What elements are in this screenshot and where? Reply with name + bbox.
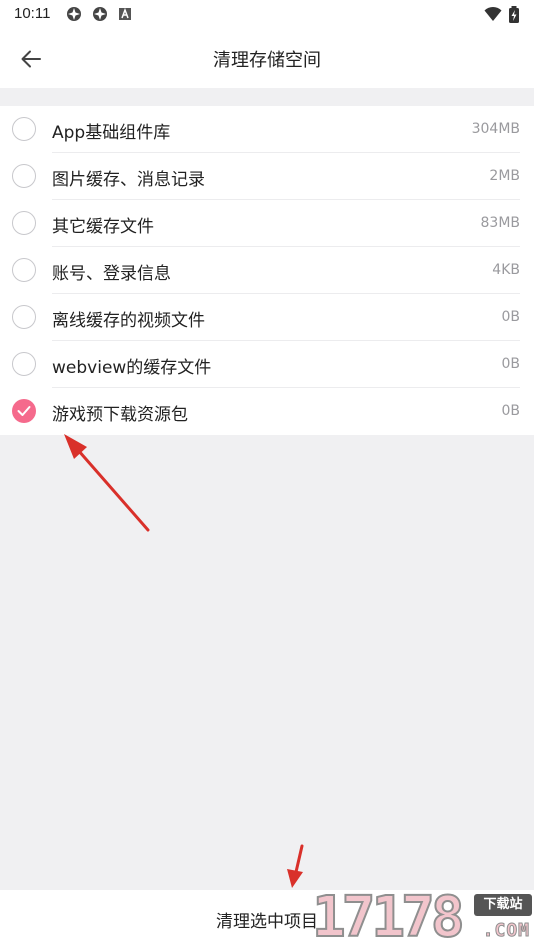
page-title: 清理存储空间 bbox=[213, 50, 321, 71]
checkbox[interactable] bbox=[12, 258, 36, 282]
checkbox[interactable] bbox=[12, 164, 36, 188]
watermark-number: 17178 bbox=[311, 885, 466, 950]
list-item[interactable]: 离线缓存的视频文件 0B bbox=[0, 294, 534, 341]
android-a-icon bbox=[118, 6, 134, 22]
watermark-badge: 下载站 bbox=[474, 894, 532, 916]
status-bar: 10:11 bbox=[0, 0, 534, 30]
item-label: webview的缓存文件 bbox=[52, 358, 212, 378]
item-size: 304MB bbox=[471, 121, 520, 137]
item-size: 0B bbox=[501, 309, 520, 325]
list-item[interactable]: 图片缓存、消息记录 2MB bbox=[0, 153, 534, 200]
list-item[interactable]: 游戏预下载资源包 0B bbox=[0, 388, 534, 435]
header-bar: 清理存储空间 bbox=[0, 30, 534, 88]
item-label: 其它缓存文件 bbox=[52, 217, 154, 237]
storage-item-list: App基础组件库 304MB 图片缓存、消息记录 2MB 其它缓存文件 83MB… bbox=[0, 106, 534, 435]
item-label: 图片缓存、消息记录 bbox=[52, 170, 205, 190]
item-label: 账号、登录信息 bbox=[52, 264, 171, 284]
checkbox[interactable] bbox=[12, 352, 36, 376]
checkbox[interactable] bbox=[12, 117, 36, 141]
annotation-arrow-icon bbox=[64, 434, 150, 532]
item-label: 离线缓存的视频文件 bbox=[52, 311, 205, 331]
item-label: 游戏预下载资源包 bbox=[52, 405, 188, 425]
list-item[interactable]: 其它缓存文件 83MB bbox=[0, 200, 534, 247]
item-size: 2MB bbox=[489, 168, 520, 184]
app-notification-icon bbox=[66, 6, 82, 22]
item-label: App基础组件库 bbox=[52, 123, 171, 143]
checkbox[interactable] bbox=[12, 305, 36, 329]
item-size: 83MB bbox=[480, 215, 521, 231]
item-size: 0B bbox=[501, 356, 520, 372]
item-size: 4KB bbox=[492, 262, 520, 278]
list-item[interactable]: webview的缓存文件 0B bbox=[0, 341, 534, 388]
checkbox[interactable] bbox=[12, 211, 36, 235]
annotation-arrow-icon bbox=[287, 844, 304, 888]
checkbox-checked[interactable] bbox=[12, 399, 36, 423]
status-time: 10:11 bbox=[14, 5, 51, 22]
battery-charging-icon bbox=[508, 6, 520, 23]
watermark-domain: .COM bbox=[482, 920, 530, 942]
item-size: 0B bbox=[501, 403, 520, 419]
checkmark-icon bbox=[17, 406, 31, 416]
app-notification-icon bbox=[92, 6, 108, 22]
wifi-icon bbox=[484, 6, 502, 22]
list-item[interactable]: 账号、登录信息 4KB bbox=[0, 247, 534, 294]
watermark-logo: 17178 下载站 .COM bbox=[311, 884, 534, 950]
list-item[interactable]: App基础组件库 304MB bbox=[0, 106, 534, 153]
